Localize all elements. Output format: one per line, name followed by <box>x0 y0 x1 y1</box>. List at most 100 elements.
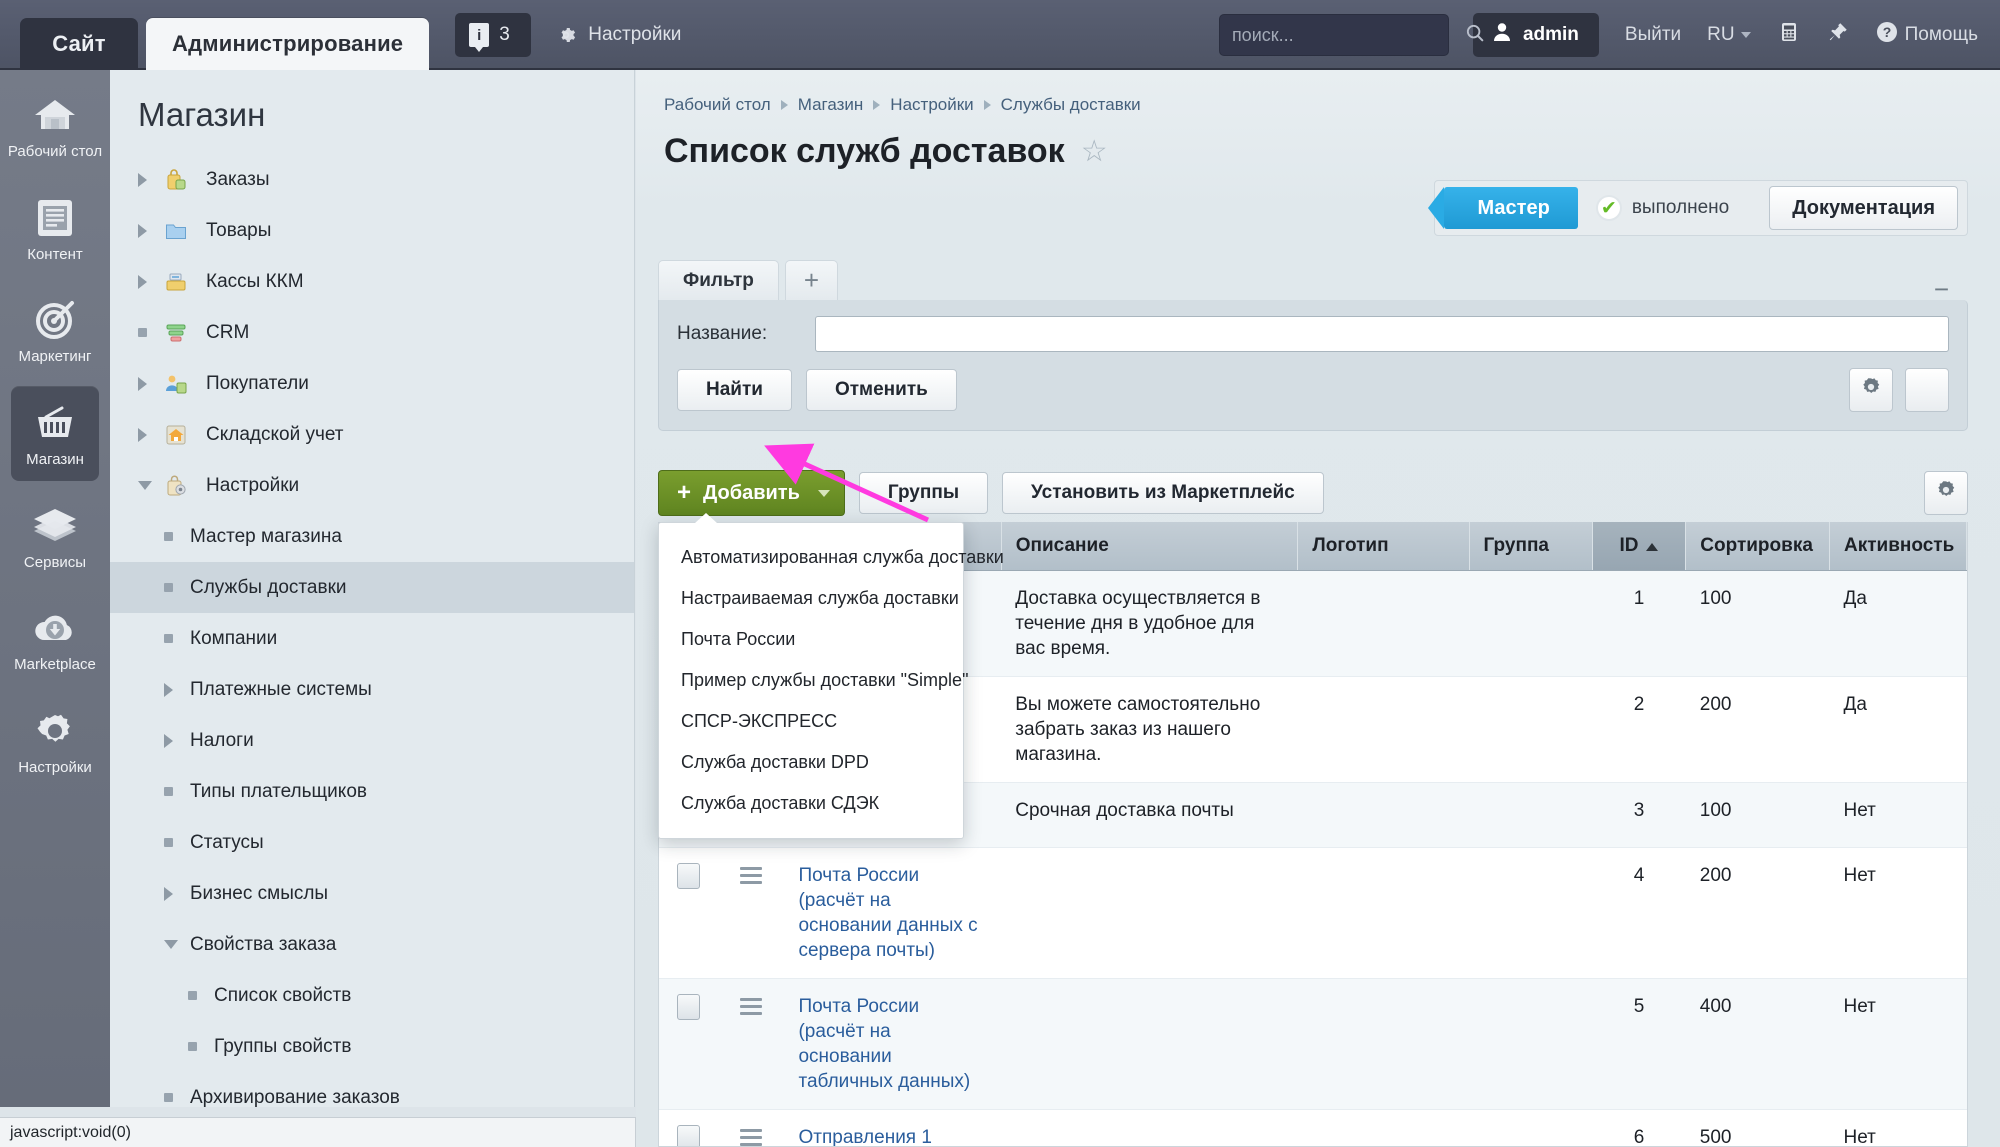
menu-item-15[interactable]: Свойства заказа <box>110 919 634 970</box>
filter-settings-button[interactable] <box>1849 368 1893 412</box>
row-checkbox[interactable] <box>677 862 701 889</box>
row-actions-cell[interactable] <box>718 847 785 979</box>
add-filter-tab-button[interactable]: + <box>784 260 839 300</box>
menu-item-2[interactable]: Кассы ККМ <box>110 256 634 307</box>
menu-item-11[interactable]: Налоги <box>110 715 634 766</box>
menu-item-1[interactable]: Товары <box>110 205 634 256</box>
crm-icon <box>164 321 196 345</box>
col-sort[interactable]: Сортировка <box>1685 522 1831 571</box>
menu-item-8[interactable]: Службы доставки <box>110 562 634 613</box>
pin-button[interactable] <box>1827 21 1849 49</box>
row-menu-icon[interactable] <box>740 994 763 1019</box>
menu-item-9[interactable]: Компании <box>110 613 634 664</box>
row-name-link[interactable]: Отправления 1 класса <box>798 1127 931 1146</box>
find-button[interactable]: Найти <box>677 369 792 411</box>
col-description[interactable]: Описание <box>1001 522 1299 571</box>
menu-item-13[interactable]: Статусы <box>110 817 634 868</box>
add-menu-item-1[interactable]: Настраиваемая служба доставки <box>659 578 963 619</box>
col-logo[interactable]: Логотип <box>1297 522 1470 571</box>
col-group[interactable]: Группа <box>1469 522 1593 571</box>
menu-item-3[interactable]: CRM <box>110 307 634 358</box>
menu-item-18[interactable]: Архивирование заказов <box>110 1072 634 1107</box>
add-menu-item-5[interactable]: Служба доставки DPD <box>659 742 963 783</box>
collapse-filter-button[interactable]: − <box>1934 274 1949 305</box>
rail-item-settings[interactable]: Настройки <box>0 694 110 789</box>
rail-item-content[interactable]: Контент <box>0 181 110 276</box>
filter-add-button[interactable]: plus-icon <box>1905 368 1949 412</box>
bullet-icon <box>164 634 190 643</box>
row-name-link[interactable]: Почта России (расчёт на основании данных… <box>798 865 977 961</box>
bullet-icon <box>188 1042 214 1051</box>
row-checkbox[interactable] <box>677 993 701 1020</box>
breadcrumb-item-2[interactable]: Настройки <box>890 95 973 115</box>
row-checkbox-cell[interactable] <box>659 1109 719 1146</box>
search-box[interactable] <box>1218 14 1484 56</box>
breadcrumb-item-3[interactable]: Службы доставки <box>1001 95 1141 115</box>
logout-link[interactable]: Выйти <box>1625 24 1681 46</box>
menu-item-10[interactable]: Платежные системы <box>110 664 634 715</box>
tab-site[interactable]: Сайт <box>20 18 138 70</box>
add-menu-item-6[interactable]: Служба доставки СДЭК <box>659 783 963 824</box>
col-id[interactable]: ID <box>1592 522 1687 571</box>
rail-item-marketing[interactable]: Маркетинг <box>0 283 110 378</box>
user-menu-button[interactable]: admin <box>1472 13 1599 57</box>
add-menu-item-2[interactable]: Почта России <box>659 619 963 660</box>
help-link[interactable]: ? Помощь <box>1875 20 1978 50</box>
row-actions-cell[interactable] <box>718 1109 785 1146</box>
row-name-link[interactable]: Почта России (расчёт на основании таблич… <box>798 996 970 1092</box>
filter-right-buttons: plus-icon <box>1849 368 1949 412</box>
menu-item-label: Товары <box>206 219 272 241</box>
star-outline-icon[interactable]: ☆ <box>1081 136 1108 167</box>
search-icon[interactable] <box>1464 22 1486 49</box>
row-checkbox-cell[interactable] <box>659 847 719 979</box>
documentation-button[interactable]: Документация <box>1769 186 1958 230</box>
row-checkbox-cell[interactable] <box>659 978 719 1111</box>
rail-item-shop[interactable]: Магазин <box>11 386 99 481</box>
notifications-button[interactable]: i 3 <box>455 13 532 57</box>
add-menu-item-3[interactable]: Пример службы доставки "Simple" <box>659 660 968 701</box>
row-actions-cell[interactable] <box>718 978 785 1111</box>
cell-name[interactable]: Почта России (расчёт на основании таблич… <box>784 978 1002 1111</box>
rail-item-services[interactable]: Сервисы <box>0 489 110 584</box>
menu-item-17[interactable]: Группы свойств <box>110 1021 634 1072</box>
menu-item-6[interactable]: Настройки <box>110 460 634 511</box>
breadcrumb-separator <box>873 100 881 110</box>
add-menu-item-4[interactable]: СПСР-ЭКСПРЕСС <box>659 701 963 742</box>
menu-item-7[interactable]: Мастер магазина <box>110 511 634 562</box>
rail-item-marketplace[interactable]: Marketplace <box>0 591 110 686</box>
breadcrumb-item-0[interactable]: Рабочий стол <box>664 95 771 115</box>
layers-icon <box>0 503 110 549</box>
breadcrumb-item-1[interactable]: Магазин <box>798 95 864 115</box>
row-checkbox[interactable] <box>677 1125 701 1146</box>
rail-item-desktop[interactable]: Рабочий стол <box>0 78 110 173</box>
groups-button[interactable]: Группы <box>858 472 989 514</box>
menu-item-14[interactable]: Бизнес смыслы <box>110 868 634 919</box>
cell-name[interactable]: Отправления 1 класса <box>784 1109 1002 1146</box>
install-from-marketplace-button[interactable]: Установить из Маркетплейс <box>1002 472 1324 514</box>
add-menu-item-0[interactable]: Автоматизированная служба доставки <box>659 537 1004 578</box>
topbar-settings-link[interactable]: Настройки <box>555 24 681 46</box>
menu-item-12[interactable]: Типы плательщиков <box>110 766 634 817</box>
grid-settings-button[interactable] <box>1924 471 1968 515</box>
master-button[interactable]: Мастер <box>1427 187 1578 229</box>
menu-item-16[interactable]: Список свойств <box>110 970 634 1021</box>
person-icon <box>1493 22 1511 48</box>
menu-item-5[interactable]: Складской учет <box>110 409 634 460</box>
language-selector[interactable]: RU <box>1707 24 1751 46</box>
tab-administration[interactable]: Администрирование <box>146 18 430 70</box>
row-menu-icon[interactable] <box>740 863 763 888</box>
keyboard-button[interactable] <box>1777 20 1801 50</box>
filter-name-input[interactable] <box>815 316 1949 352</box>
cell-id: 1 <box>1592 570 1686 678</box>
bullet-icon <box>164 838 190 847</box>
tab-filter[interactable]: Фильтр <box>658 260 779 300</box>
add-button[interactable]: + Добавить <box>658 470 845 516</box>
cancel-button[interactable]: Отменить <box>805 369 957 411</box>
col-active[interactable]: Активность <box>1829 522 1967 571</box>
cell-sort: 200 <box>1685 676 1830 784</box>
menu-item-4[interactable]: Покупатели <box>110 358 634 409</box>
menu-item-0[interactable]: Заказы <box>110 154 634 205</box>
row-menu-icon[interactable] <box>740 1125 763 1146</box>
search-input[interactable] <box>1231 24 1464 46</box>
cell-name[interactable]: Почта России (расчёт на основании данных… <box>784 847 1002 979</box>
